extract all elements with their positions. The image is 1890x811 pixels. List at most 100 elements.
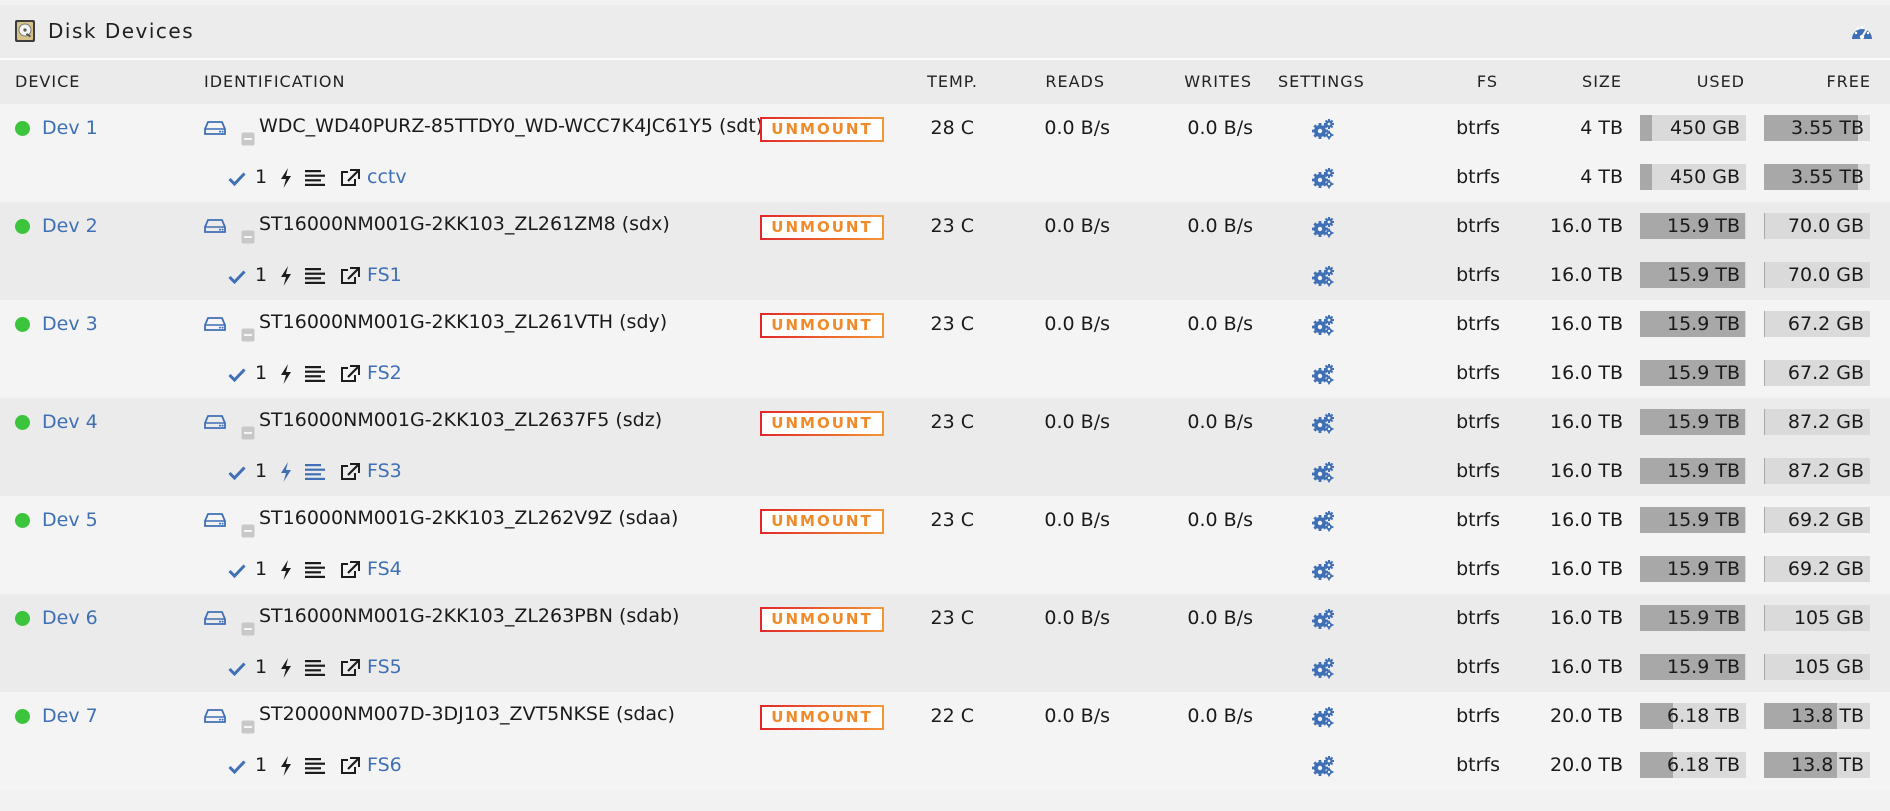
- device-row: Dev 2 ST16000NM001G-2KK103_ZL261ZM8 (sdx)…: [0, 202, 1890, 251]
- col-writes[interactable]: WRITES: [1140, 72, 1252, 91]
- share-name-link[interactable]: FS1: [367, 264, 402, 286]
- settings-gears-icon[interactable]: [1311, 412, 1335, 438]
- temperature-value: 23 C: [930, 215, 974, 237]
- device-name-link[interactable]: Dev 4: [42, 411, 98, 433]
- settings-gears-icon[interactable]: [1311, 608, 1335, 634]
- device-name-link[interactable]: Dev 6: [42, 607, 98, 629]
- share-used-bar: 15.9 TB: [1640, 360, 1746, 386]
- collapse-minus-icon[interactable]: [241, 719, 255, 738]
- settings-gears-icon[interactable]: [1311, 314, 1335, 340]
- share-name-link[interactable]: FS4: [367, 558, 402, 580]
- device-name-link[interactable]: Dev 3: [42, 313, 98, 335]
- col-fs[interactable]: FS: [1420, 72, 1498, 91]
- settings-gears-icon[interactable]: [1311, 216, 1335, 242]
- status-online-dot: [15, 219, 30, 234]
- col-used[interactable]: USED: [1640, 72, 1745, 91]
- share-settings-gears-icon[interactable]: [1311, 461, 1335, 487]
- check-icon: [228, 759, 246, 778]
- settings-gears-icon[interactable]: [1311, 118, 1335, 144]
- collapse-minus-icon[interactable]: [241, 327, 255, 346]
- share-name-link[interactable]: cctv: [367, 166, 407, 188]
- share-free-bar: 13.8 TB: [1764, 752, 1870, 778]
- share-name-link[interactable]: FS6: [367, 754, 402, 776]
- share-name-link[interactable]: FS3: [367, 460, 402, 482]
- writes-value: 0.0 B/s: [1187, 411, 1253, 433]
- share-name-link[interactable]: FS2: [367, 362, 402, 384]
- unmount-button[interactable]: UNMOUNT: [760, 215, 884, 240]
- writes-value: 0.0 B/s: [1187, 117, 1253, 139]
- fs-value: btrfs: [1456, 411, 1500, 433]
- col-size[interactable]: SIZE: [1540, 72, 1622, 91]
- collapse-minus-icon[interactable]: [241, 425, 255, 444]
- reads-value: 0.0 B/s: [1044, 411, 1110, 433]
- external-link-icon[interactable]: [340, 169, 360, 191]
- settings-gears-icon[interactable]: [1311, 510, 1335, 536]
- used-bar-value: 15.9 TB: [1667, 313, 1740, 335]
- device-name-link[interactable]: Dev 2: [42, 215, 98, 237]
- bolt-icon[interactable]: [280, 266, 292, 290]
- share-settings-gears-icon[interactable]: [1311, 657, 1335, 683]
- device-name-link[interactable]: Dev 5: [42, 509, 98, 531]
- list-icon[interactable]: [305, 268, 325, 288]
- device-row: Dev 6 ST16000NM001G-2KK103_ZL263PBN (sdab…: [0, 594, 1890, 643]
- list-icon[interactable]: [305, 170, 325, 190]
- share-size-value: 16.0 TB: [1550, 558, 1623, 580]
- external-link-icon[interactable]: [340, 365, 360, 387]
- list-icon[interactable]: [305, 562, 325, 582]
- bolt-icon[interactable]: [280, 462, 292, 486]
- bolt-icon[interactable]: [280, 168, 292, 192]
- list-icon[interactable]: [305, 758, 325, 778]
- device-row: Dev 3 ST16000NM001G-2KK103_ZL261VTH (sdy)…: [0, 300, 1890, 349]
- used-bar: 450 GB: [1640, 115, 1746, 141]
- list-icon[interactable]: [305, 366, 325, 386]
- share-used-bar: 6.18 TB: [1640, 752, 1746, 778]
- device-identification: ST16000NM001G-2KK103_ZL262V9Z (sdaa): [259, 507, 679, 529]
- free-bar-fill: [1764, 507, 1766, 533]
- external-link-icon[interactable]: [340, 659, 360, 681]
- size-value: 16.0 TB: [1550, 215, 1623, 237]
- bolt-icon[interactable]: [280, 756, 292, 780]
- settings-gears-icon[interactable]: [1311, 706, 1335, 732]
- collapse-minus-icon[interactable]: [241, 229, 255, 248]
- bolt-icon[interactable]: [280, 560, 292, 584]
- col-free[interactable]: FREE: [1780, 72, 1871, 91]
- device-name-link[interactable]: Dev 1: [42, 117, 98, 139]
- unmount-button[interactable]: UNMOUNT: [760, 411, 884, 436]
- bolt-icon[interactable]: [280, 658, 292, 682]
- unmount-button[interactable]: UNMOUNT: [760, 705, 884, 730]
- collapse-minus-icon[interactable]: [241, 523, 255, 542]
- external-link-icon[interactable]: [340, 463, 360, 485]
- share-settings-gears-icon[interactable]: [1311, 265, 1335, 291]
- dashboard-icon[interactable]: [1850, 22, 1874, 46]
- disk-devices-panel: Disk Devices DEVICE IDENTIFICATION TEMP.…: [0, 0, 1890, 811]
- share-name-link[interactable]: FS5: [367, 656, 402, 678]
- share-count: 1: [255, 754, 268, 776]
- used-bar-value: 450 GB: [1669, 117, 1740, 139]
- col-temp[interactable]: TEMP.: [900, 72, 978, 91]
- device-row: Dev 5 ST16000NM001G-2KK103_ZL262V9Z (sdaa…: [0, 496, 1890, 545]
- free-bar-value: 70.0 GB: [1787, 215, 1864, 237]
- unmount-button[interactable]: UNMOUNT: [760, 509, 884, 534]
- device-name-link[interactable]: Dev 7: [42, 705, 98, 727]
- share-settings-gears-icon[interactable]: [1311, 363, 1335, 389]
- share-settings-gears-icon[interactable]: [1311, 167, 1335, 193]
- list-icon[interactable]: [305, 660, 325, 680]
- collapse-minus-icon[interactable]: [241, 131, 255, 150]
- share-fs-value: btrfs: [1456, 460, 1500, 482]
- external-link-icon[interactable]: [340, 757, 360, 779]
- unmount-button[interactable]: UNMOUNT: [760, 607, 884, 632]
- drive-icon: [204, 218, 226, 238]
- col-identification[interactable]: IDENTIFICATION: [204, 72, 345, 91]
- unmount-button[interactable]: UNMOUNT: [760, 117, 884, 142]
- external-link-icon[interactable]: [340, 561, 360, 583]
- external-link-icon[interactable]: [340, 267, 360, 289]
- list-icon[interactable]: [305, 464, 325, 484]
- collapse-minus-icon[interactable]: [241, 621, 255, 640]
- col-settings[interactable]: SETTINGS: [1278, 72, 1365, 91]
- bolt-icon[interactable]: [280, 364, 292, 388]
- col-reads[interactable]: READS: [1000, 72, 1105, 91]
- share-settings-gears-icon[interactable]: [1311, 559, 1335, 585]
- share-settings-gears-icon[interactable]: [1311, 755, 1335, 781]
- col-device[interactable]: DEVICE: [15, 72, 80, 91]
- unmount-button[interactable]: UNMOUNT: [760, 313, 884, 338]
